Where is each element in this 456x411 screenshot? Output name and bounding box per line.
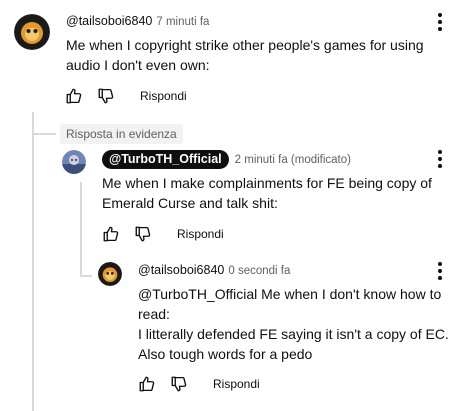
reply-button[interactable]: Rispondi — [177, 227, 224, 241]
comment-timestamp[interactable]: 0 secondi fa — [228, 265, 290, 277]
comment-text-line: audio I don't even own: — [66, 57, 210, 73]
comment-text-line: Also tough words for a pedo — [138, 346, 313, 362]
comment-author[interactable]: @tailsoboi6840 — [138, 263, 224, 277]
more-vertical-icon — [438, 150, 442, 154]
comment-text: Me when I make complainments for FE bein… — [102, 173, 432, 213]
avatar[interactable] — [62, 150, 86, 174]
comment-meta: @TurboTH_Official 2 minuti fa (modificat… — [102, 150, 351, 169]
reply-button[interactable]: Rispondi — [140, 89, 187, 103]
comment-text-line: I litterally defended FE saying it isn't… — [138, 326, 449, 342]
thumbs-up-icon[interactable] — [137, 374, 157, 394]
pinned-reply-label: Risposta in evidenza — [60, 124, 183, 144]
more-options-button[interactable] — [432, 261, 448, 281]
thumbs-down-icon[interactable] — [169, 374, 189, 394]
comment-timestamp[interactable]: 7 minuti fa — [156, 16, 209, 28]
comment-text-line: @TurboTH_Official Me when I don't know h… — [138, 286, 442, 302]
reply-button[interactable]: Rispondi — [213, 377, 260, 391]
comment-meta: @tailsoboi6840 7 minuti fa — [66, 14, 209, 28]
avatar[interactable] — [98, 262, 122, 286]
avatar[interactable] — [14, 14, 50, 50]
comment-actions: Rispondi — [137, 374, 260, 394]
comment-text-line: Emerald Curse and talk shit: — [102, 195, 278, 211]
comment-text-line: Me when I make complainments for FE bein… — [102, 175, 432, 191]
comment-actions: Rispondi — [101, 224, 224, 244]
more-vertical-icon — [438, 27, 442, 31]
more-vertical-icon — [438, 20, 442, 24]
comment-text: @TurboTH_Official Me when I don't know h… — [138, 284, 449, 364]
more-vertical-icon — [438, 164, 442, 168]
avatar-image — [62, 150, 86, 174]
more-options-button[interactable] — [432, 12, 448, 32]
comment-author[interactable]: @tailsoboi6840 — [66, 14, 152, 28]
comment-text-line: read: — [138, 306, 170, 322]
avatar-image — [98, 262, 122, 286]
more-vertical-icon — [438, 269, 442, 273]
channel-owner-badge[interactable]: @TurboTH_Official — [102, 150, 229, 169]
more-vertical-icon — [438, 276, 442, 280]
comment-text-line: Me when I copyright strike other people'… — [66, 37, 424, 53]
thumbs-down-icon[interactable] — [133, 224, 153, 244]
comment-timestamp[interactable]: 2 minuti fa (modificato) — [235, 154, 351, 166]
thumbs-down-icon[interactable] — [96, 86, 116, 106]
more-vertical-icon — [438, 157, 442, 161]
more-vertical-icon — [438, 13, 442, 17]
thread-line-main-elbow — [32, 133, 56, 135]
thread-line-main — [32, 112, 34, 411]
avatar-image — [14, 14, 50, 50]
thread-line-reply — [80, 182, 82, 276]
more-options-button[interactable] — [432, 149, 448, 169]
more-vertical-icon — [438, 262, 442, 266]
comment-meta: @tailsoboi6840 0 secondi fa — [138, 263, 290, 277]
comment-actions: Rispondi — [64, 86, 187, 106]
thumbs-up-icon[interactable] — [101, 224, 121, 244]
thread-line-reply-elbow — [80, 275, 92, 277]
thumbs-up-icon[interactable] — [64, 86, 84, 106]
comment-text: Me when I copyright strike other people'… — [66, 35, 424, 75]
